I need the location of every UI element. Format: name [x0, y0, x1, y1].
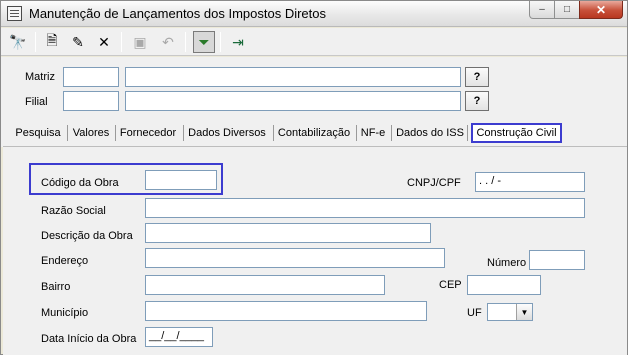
toolbar-separator	[35, 32, 36, 52]
bairro-field[interactable]	[145, 275, 385, 295]
codigo-obra-field[interactable]	[145, 170, 217, 190]
filial-name-field[interactable]	[125, 91, 461, 111]
municipio-label: Município	[41, 307, 89, 319]
delete-icon[interactable]: ✕	[93, 31, 115, 53]
save-icon[interactable]: ▣	[129, 31, 151, 53]
construcao-civil-panel: Código da Obra CNPJ/CPF . . / - Razão So…	[3, 146, 627, 355]
data-inicio-label: Data Início da Obra	[41, 333, 137, 345]
tab-separator	[356, 125, 357, 141]
tab-separator	[467, 125, 468, 141]
close-button[interactable]: ✕	[579, 1, 623, 19]
title-bar[interactable]: Manutenção de Lançamentos dos Impostos D…	[1, 1, 627, 27]
razao-social-label: Razão Social	[41, 205, 106, 217]
tab-fornecedor[interactable]: Fornecedor	[119, 123, 177, 143]
numero-field[interactable]	[529, 250, 585, 270]
cep-field[interactable]	[467, 275, 541, 295]
toolbar: 🔭 🗎 ✎ ✕ ▣ ↶ ⏷ ⇥	[1, 28, 627, 56]
new-document-icon[interactable]: 🗎	[41, 31, 63, 53]
matriz-label: Matriz	[25, 71, 55, 83]
binoculars-icon[interactable]: 🔭	[7, 31, 29, 53]
maximize-button[interactable]: □	[554, 1, 580, 19]
matriz-code-field[interactable]	[63, 67, 119, 87]
bairro-label: Bairro	[41, 281, 71, 293]
tab-separator	[67, 125, 68, 141]
razao-social-field[interactable]	[145, 198, 585, 218]
filter-icon[interactable]: ⏷	[193, 31, 215, 53]
filial-lookup-button[interactable]: ?	[465, 91, 489, 111]
company-header: Matriz ? Filial ?	[1, 57, 627, 119]
endereco-field[interactable]	[145, 248, 445, 268]
cep-label: CEP	[439, 279, 462, 291]
numero-label: Número	[487, 257, 527, 269]
tab-pesquisa[interactable]: Pesquisa	[13, 123, 63, 143]
tab-separator	[391, 125, 392, 141]
tab-dados-diversos[interactable]: Dados Diversos	[187, 123, 267, 143]
tab-valores[interactable]: Valores	[71, 123, 111, 143]
tab-construcao-civil[interactable]: Construção Civil	[471, 123, 562, 143]
app-icon	[7, 6, 22, 21]
exit-icon[interactable]: ⇥	[227, 31, 249, 53]
tab-separator	[273, 125, 274, 141]
municipio-field[interactable]	[145, 301, 427, 321]
undo-icon[interactable]: ↶	[157, 31, 179, 53]
matriz-name-field[interactable]	[125, 67, 461, 87]
matriz-lookup-button[interactable]: ?	[465, 67, 489, 87]
tab-separator	[183, 125, 184, 141]
uf-select[interactable]: ▼	[487, 303, 533, 321]
window-title: Manutenção de Lançamentos dos Impostos D…	[29, 6, 327, 21]
toolbar-separator	[220, 32, 221, 52]
minimize-button[interactable]: –	[529, 1, 555, 19]
edit-icon[interactable]: ✎	[67, 31, 89, 53]
main-window: Manutenção de Lançamentos dos Impostos D…	[0, 0, 628, 355]
codigo-obra-label: Código da Obra	[41, 177, 119, 189]
data-inicio-field[interactable]: __/__/____	[145, 327, 213, 347]
tab-contabilizacao[interactable]: Contabilização	[277, 123, 351, 143]
tab-nfe[interactable]: NF-e	[359, 123, 387, 143]
toolbar-separator	[185, 32, 186, 52]
tab-strip: Pesquisa Valores Fornecedor Dados Divers…	[1, 119, 627, 147]
filial-label: Filial	[25, 96, 48, 108]
uf-label: UF	[467, 307, 482, 319]
tab-separator	[115, 125, 116, 141]
cnpj-label: CNPJ/CPF	[407, 177, 461, 189]
tab-dados-iss[interactable]: Dados do ISS	[395, 123, 465, 143]
descricao-obra-label: Descrição da Obra	[41, 230, 133, 242]
cnpj-field[interactable]: . . / -	[475, 172, 585, 192]
chevron-down-icon[interactable]: ▼	[516, 304, 532, 320]
toolbar-separator	[121, 32, 122, 52]
descricao-obra-field[interactable]	[145, 223, 431, 243]
filial-code-field[interactable]	[63, 91, 119, 111]
endereco-label: Endereço	[41, 255, 89, 267]
